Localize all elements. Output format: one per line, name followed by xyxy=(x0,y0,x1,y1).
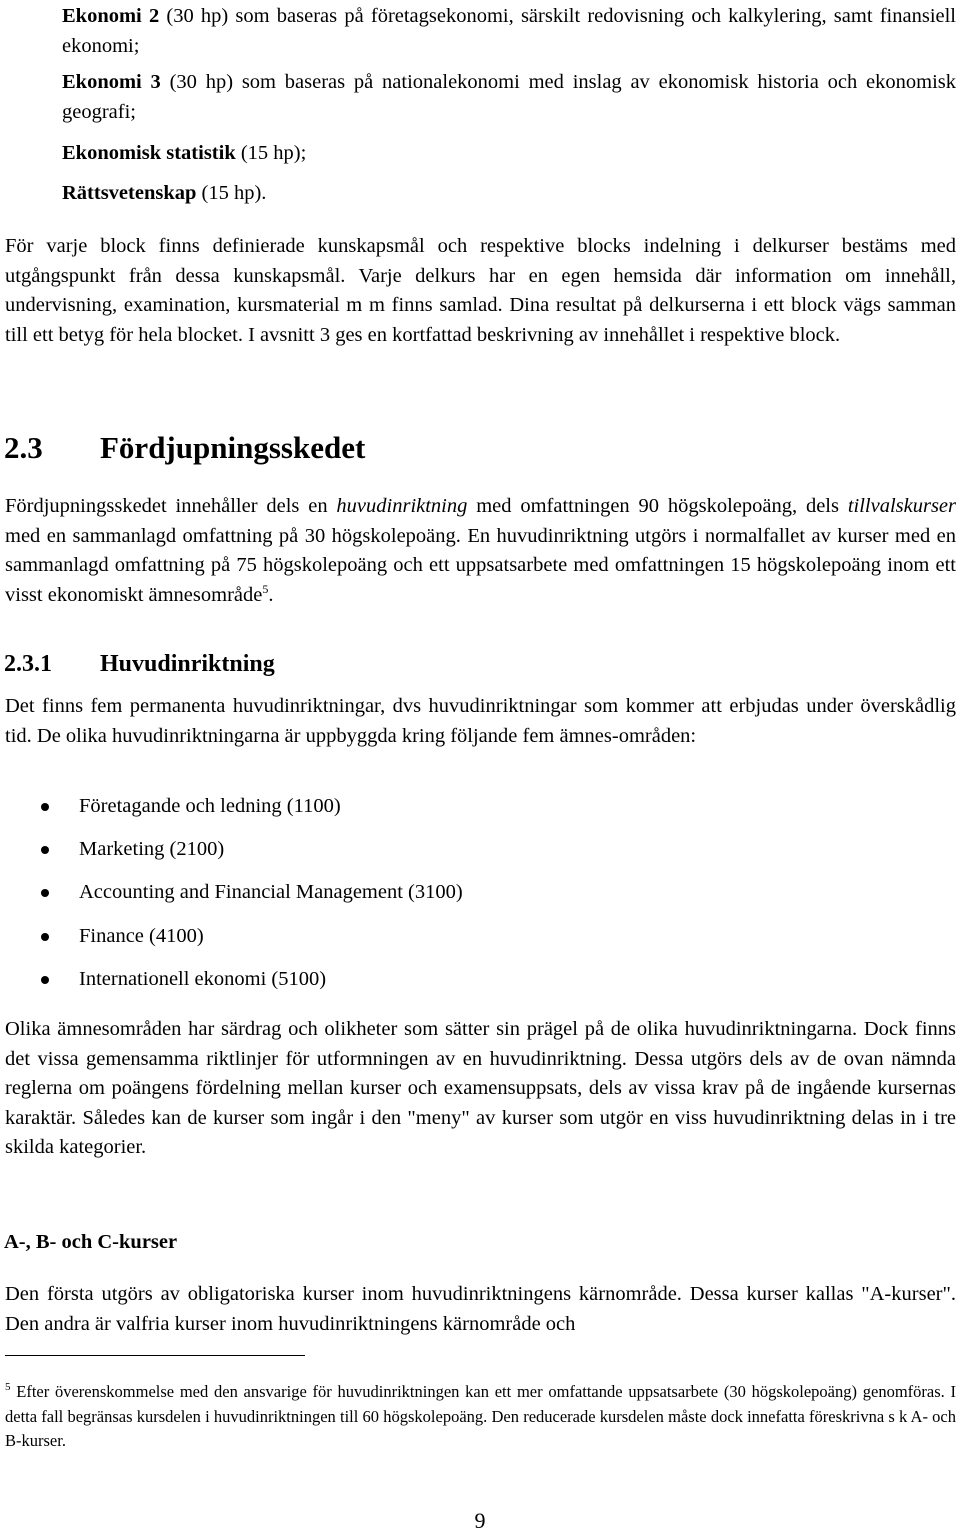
block-item-ekonomisk-statistik: Ekonomisk statistik (15 hp); xyxy=(62,139,956,169)
block-item-ekonomi-3: Ekonomi 3 (30 hp) som baseras på nationa… xyxy=(62,68,956,127)
section-title: Huvudinriktning xyxy=(100,651,275,677)
block-description: (30 hp) som baseras på företagsekonomi, … xyxy=(62,5,957,57)
subject-area-paragraph: Olika ämnesområden har särdrag och olikh… xyxy=(5,1018,956,1158)
list-item-text: Marketing (2100) xyxy=(79,838,225,861)
bullet-icon xyxy=(41,975,49,984)
bullet-icon xyxy=(41,846,49,855)
text-run: Fördjupningsskedet innehåller dels en xyxy=(5,495,337,517)
block-description: (15 hp); xyxy=(235,142,307,164)
bullet-icon xyxy=(41,889,49,898)
list-item-text: Finance (4100) xyxy=(79,924,204,947)
emphasis-huvudinriktning: huvudinriktning xyxy=(336,495,468,517)
block-description: (15 hp). xyxy=(196,182,267,204)
bullet-icon xyxy=(41,932,49,941)
page-number: 9 xyxy=(474,1508,486,1533)
bullet-icon xyxy=(41,803,49,811)
intro-paragraph: För varje block finns definierade kunska… xyxy=(5,235,956,346)
section-2-3-1-paragraph: Det finns fem permanenta huvudinriktning… xyxy=(5,695,956,747)
text-run: . xyxy=(268,583,274,606)
list-item-text: Accounting and Financial Management (310… xyxy=(79,881,463,904)
list-item: Företagande och ledning (1100) xyxy=(0,792,463,835)
footnote-text: Efter överenskommelse med den ansvarige … xyxy=(5,1382,956,1450)
block-description: (30 hp) som baseras på nationalekonomi m… xyxy=(62,71,956,123)
block-item-rattsvetenskap: Rättsvetenskap (15 hp). xyxy=(62,179,956,209)
document-page: Ekonomi 2 (30 hp) som baseras på företag… xyxy=(0,0,960,1533)
section-heading-2-3: 2.3 Fördjupningsskedet xyxy=(4,428,365,468)
footnote: 5 Efter överenskommelse med den ansvarig… xyxy=(5,1380,956,1454)
block-name: Rättsvetenskap xyxy=(62,182,197,204)
section-2-3-paragraph: Fördjupningsskedet innehåller dels en hu… xyxy=(5,492,956,610)
list-item-text: Företagande och ledning (1100) xyxy=(79,795,341,817)
section-number: 2.3 xyxy=(4,430,43,465)
text-run: med omfattningen 90 högskolepoäng, dels xyxy=(467,495,848,517)
list-item: Accounting and Financial Management (310… xyxy=(0,878,463,921)
block-name: Ekonomi 2 xyxy=(62,5,160,27)
footnote-separator xyxy=(5,1355,305,1356)
block-name: Ekonomi 3 xyxy=(62,71,161,93)
list-item: Marketing (2100) xyxy=(0,835,463,878)
section-heading-2-3-1: 2.3.1 Huvudinriktning xyxy=(4,648,275,680)
emphasis-tillvalskurser: tillvalskurser xyxy=(847,495,956,517)
abc-courses-paragraph: Den första utgörs av obligatoriska kurse… xyxy=(5,1283,956,1335)
list-item: Internationell ekonomi (5100) xyxy=(0,965,463,1008)
block-item-ekonomi-2: Ekonomi 2 (30 hp) som baseras på företag… xyxy=(62,2,956,61)
list-item: Finance (4100) xyxy=(0,922,463,965)
section-title: Fördjupningsskedet xyxy=(100,430,366,465)
subject-area-list: Företagande och ledning (1100) Marketing… xyxy=(0,792,463,1008)
text-run: med en sammanlagd omfattning på 30 högsk… xyxy=(5,524,956,606)
subheading-abc-courses: A-, B- och C-kurser xyxy=(4,1231,178,1253)
list-item-text: Internationell ekonomi (5100) xyxy=(79,967,327,990)
section-number: 2.3.1 xyxy=(4,651,52,677)
block-name: Ekonomisk statistik xyxy=(62,142,236,164)
